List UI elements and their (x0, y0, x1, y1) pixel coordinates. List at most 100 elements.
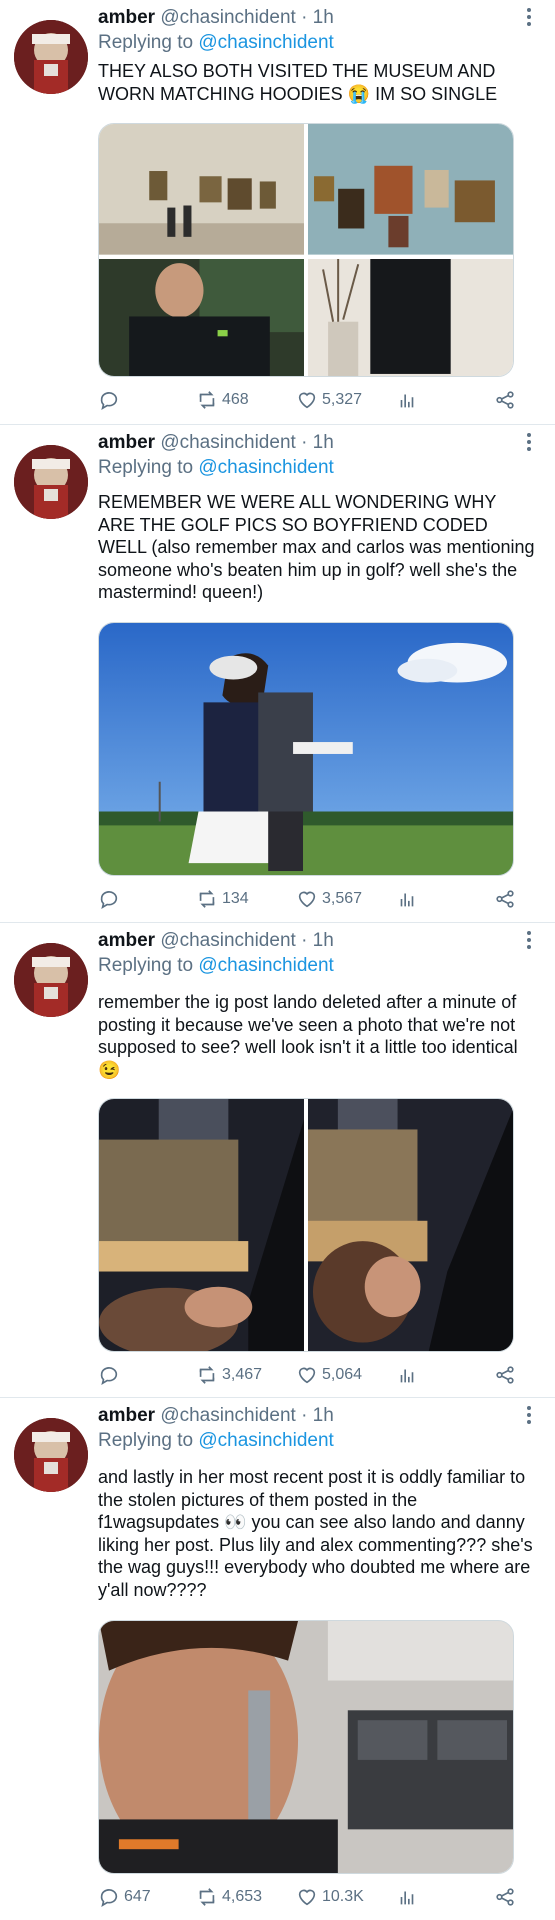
tweet-header: amber @chasinchident · 1h (98, 929, 334, 953)
analytics-button[interactable] (396, 1884, 418, 1910)
reply-mention[interactable]: @chasinchident (198, 457, 333, 478)
reply-mention[interactable]: @chasinchident (198, 1430, 333, 1451)
retweet-button[interactable]: 4,653 (196, 1884, 262, 1910)
like-count: 3,567 (322, 890, 363, 907)
display-name[interactable]: amber (98, 930, 155, 951)
analytics-icon (400, 394, 414, 408)
photo-kitchen-selfie[interactable] (99, 1621, 513, 1873)
like-count: 10.3K (322, 1888, 364, 1905)
like-button[interactable]: 5,327 (296, 387, 362, 413)
tweet-header: amber @chasinchident · 1h (98, 1404, 334, 1428)
retweet-button[interactable]: 468 (196, 387, 249, 413)
retweet-button[interactable]: 3,467 (196, 1362, 262, 1388)
avatar[interactable] (14, 943, 88, 1017)
action-bar: 468 5,327 (98, 387, 528, 413)
analytics-button[interactable] (396, 1362, 418, 1388)
tweet-text: THEY ALSO BOTH VISITED THE MUSEUM AND WO… (98, 61, 498, 104)
retweet-count: 4,653 (222, 1888, 263, 1905)
analytics-button[interactable] (396, 387, 418, 413)
reply-button[interactable]: 647 (98, 1884, 151, 1910)
tweet-text: and lastly in her most recent post it is… (98, 1467, 533, 1600)
share-button[interactable] (494, 1884, 516, 1910)
user-handle[interactable]: @chasinchident (160, 930, 295, 951)
retweet-count: 468 (222, 391, 249, 408)
share-icon (496, 391, 514, 409)
like-count: 5,064 (322, 1366, 363, 1383)
action-bar: 647 4,653 10.3K (98, 1884, 528, 1910)
retweet-icon (199, 1888, 215, 1906)
avatar[interactable] (14, 445, 88, 519)
avatar[interactable] (14, 20, 88, 94)
action-bar: 3,467 5,064 (98, 1362, 528, 1388)
share-button[interactable] (494, 886, 516, 912)
reply-button[interactable] (98, 886, 124, 912)
display-name[interactable]: amber (98, 432, 155, 453)
photo-museum-1[interactable] (99, 124, 304, 255)
retweet-icon (199, 391, 215, 409)
reply-icon (100, 1367, 118, 1385)
like-button[interactable]: 10.3K (296, 1884, 364, 1910)
user-handle[interactable]: @chasinchident (160, 432, 295, 453)
analytics-icon (400, 893, 414, 907)
avatar[interactable] (14, 1418, 88, 1492)
user-handle[interactable]: @chasinchident (160, 7, 295, 28)
tweet-media[interactable] (98, 622, 514, 876)
tweet[interactable]: amber @chasinchident · 1h Replying to @c… (0, 425, 555, 923)
tweet-media[interactable] (98, 123, 514, 377)
photo-car-window-2[interactable] (308, 1099, 513, 1351)
tweet-header: amber @chasinchident · 1h (98, 431, 334, 455)
retweet-button[interactable]: 134 (196, 886, 249, 912)
more-icon[interactable] (525, 931, 533, 953)
tweet-header: amber @chasinchident · 1h (98, 6, 334, 30)
tweet-text: REMEMBER WE WERE ALL WONDERING WHY ARE T… (98, 492, 535, 602)
reply-button[interactable] (98, 387, 124, 413)
more-icon[interactable] (525, 8, 533, 30)
photo-hoodie-1[interactable] (99, 258, 304, 376)
tweet[interactable]: amber @chasinchident · 1h Replying to @c… (0, 1398, 555, 1920)
tweet-media[interactable] (98, 1098, 514, 1352)
timestamp[interactable]: · 1h (301, 1405, 334, 1426)
retweet-icon (199, 1366, 215, 1384)
timestamp[interactable]: · 1h (301, 432, 334, 453)
photo-car-window-1[interactable] (99, 1099, 304, 1351)
tweet-media[interactable] (98, 1620, 514, 1874)
share-icon (496, 1366, 514, 1384)
tweet[interactable]: amber @chasinchident · 1h Replying to @c… (0, 0, 555, 425)
analytics-icon (400, 1891, 414, 1905)
reply-prefix: Replying to (98, 955, 194, 976)
retweet-count: 134 (222, 890, 249, 907)
timestamp[interactable]: · 1h (301, 930, 334, 951)
analytics-icon (400, 1369, 414, 1383)
display-name[interactable]: amber (98, 1405, 155, 1426)
reply-mention[interactable]: @chasinchident (198, 955, 333, 976)
analytics-button[interactable] (396, 886, 418, 912)
reply-prefix: Replying to (98, 32, 194, 53)
reply-context: Replying to @chasinchident (98, 31, 334, 55)
retweet-count: 3,467 (222, 1366, 263, 1383)
more-icon[interactable] (525, 433, 533, 455)
tweet[interactable]: amber @chasinchident · 1h Replying to @c… (0, 923, 555, 1398)
reply-icon (100, 891, 118, 909)
reply-context: Replying to @chasinchident (98, 954, 334, 978)
reply-button[interactable] (98, 1362, 124, 1388)
share-icon (496, 890, 514, 908)
photo-museum-2[interactable] (308, 124, 513, 255)
user-handle[interactable]: @chasinchident (160, 1405, 295, 1426)
reply-prefix: Replying to (98, 457, 194, 478)
reply-prefix: Replying to (98, 1430, 194, 1451)
like-button[interactable]: 3,567 (296, 886, 362, 912)
tweet-text: remember the ig post lando deleted after… (98, 992, 518, 1080)
photo-golf[interactable] (99, 623, 513, 875)
share-button[interactable] (494, 387, 516, 413)
share-button[interactable] (494, 1362, 516, 1388)
more-icon[interactable] (525, 1406, 533, 1428)
display-name[interactable]: amber (98, 7, 155, 28)
heart-icon (298, 1367, 316, 1384)
reply-mention[interactable]: @chasinchident (198, 32, 333, 53)
retweet-icon (199, 890, 215, 908)
like-count: 5,327 (322, 391, 363, 408)
photo-hoodie-2[interactable] (308, 258, 513, 376)
reply-count: 647 (124, 1888, 151, 1905)
like-button[interactable]: 5,064 (296, 1362, 362, 1388)
timestamp[interactable]: · 1h (301, 7, 334, 28)
